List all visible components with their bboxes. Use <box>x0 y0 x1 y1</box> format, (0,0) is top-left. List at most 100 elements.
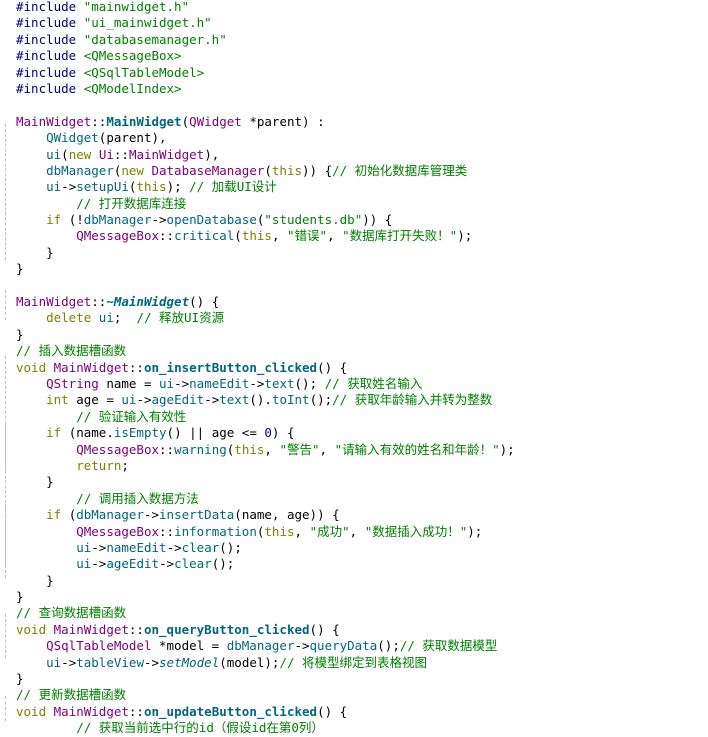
code-line[interactable]: // 打开数据库连接 <box>16 196 704 212</box>
code-token: :: <box>159 523 175 539</box>
code-line[interactable]: } <box>16 671 704 687</box>
code-line[interactable]: if (dbManager->insertData(name, age)) { <box>16 507 704 523</box>
code-token: MainWidget <box>16 294 92 310</box>
code-line[interactable]: #include "ui_mainwidget.h" <box>16 15 704 31</box>
code-token: ) { <box>271 425 295 441</box>
code-token: -> <box>61 179 77 195</box>
code-line[interactable]: MainWidget::~MainWidget() { <box>16 294 704 310</box>
code-token: clear <box>174 556 212 572</box>
code-line[interactable]: } <box>16 573 704 589</box>
code-line[interactable]: void MainWidget::on_updateButton_clicked… <box>16 704 704 720</box>
code-line[interactable]: #include <QSqlTableModel> <box>16 65 704 81</box>
code-line[interactable]: // 插入数据槽函数 <box>16 343 704 359</box>
code-token: "数据库打开失败！" <box>342 228 458 244</box>
code-token: information <box>174 523 257 539</box>
code-line[interactable]: delete ui; // 释放UI资源 <box>16 310 704 326</box>
code-token: // 获取姓名输入 <box>324 375 423 391</box>
code-line[interactable]: #include <QModelIndex> <box>16 81 704 97</box>
code-line[interactable] <box>16 278 704 294</box>
code-line[interactable]: ui(new Ui::MainWidget), <box>16 147 704 163</box>
code-line[interactable]: QMessageBox::critical(this, "错误", "数据库打开… <box>16 228 704 244</box>
code-line[interactable]: QSqlTableModel *model = dbManager->query… <box>16 638 704 654</box>
code-token: *model = <box>151 638 227 654</box>
code-token: (name. <box>61 425 114 441</box>
code-line[interactable]: ui->ageEdit->clear(); <box>16 556 704 572</box>
code-token: int <box>46 392 69 408</box>
code-line[interactable]: #include "mainwidget.h" <box>16 0 704 15</box>
fold-region-if-insert <box>5 504 7 566</box>
code-line[interactable]: void MainWidget::on_insertButton_clicked… <box>16 360 704 376</box>
code-line[interactable]: QMessageBox::information(this, "成功", "数据… <box>16 524 704 540</box>
code-line[interactable]: // 验证输入有效性 <box>16 409 704 425</box>
code-token: ( <box>181 113 190 129</box>
code-token: dbManager <box>76 507 144 523</box>
code-token: } <box>16 474 54 490</box>
code-line[interactable]: } <box>16 245 704 261</box>
code-token: "databasemanager.h" <box>83 31 227 47</box>
code-editor[interactable]: #include "mainwidget.h" #include "ui_main… <box>0 0 708 735</box>
code-line[interactable]: void MainWidget::on_queryButton_clicked(… <box>16 622 704 638</box>
code-line[interactable]: } <box>16 474 704 490</box>
code-token: #include <box>16 64 84 80</box>
fold-region-destructor <box>5 290 7 320</box>
code-line[interactable]: } <box>16 261 704 277</box>
code-line[interactable]: ui->setupUi(this); // 加载UI设计 <box>16 179 704 195</box>
code-token: text <box>264 375 295 391</box>
code-line[interactable]: dbManager(new DatabaseManager(this)) {//… <box>16 163 704 179</box>
code-line[interactable]: #include <QMessageBox> <box>16 48 704 64</box>
code-lines[interactable]: #include "mainwidget.h" #include "ui_main… <box>16 0 704 737</box>
code-token: openDatabase <box>166 212 257 228</box>
code-line[interactable]: MainWidget::MainWidget(QWidget *parent) … <box>16 114 704 130</box>
code-line[interactable]: QString name = ui->nameEdit->text(); // … <box>16 376 704 392</box>
code-line[interactable]: } <box>16 327 704 343</box>
code-line[interactable]: if (name.isEmpty() || age <= 0) { <box>16 425 704 441</box>
code-token: -> <box>204 392 220 408</box>
code-token: void <box>16 703 47 719</box>
code-token: QWidget <box>46 130 99 146</box>
code-token: #include <box>16 31 84 47</box>
code-line[interactable]: QMessageBox::warning(this, "警告", "请输入有效的… <box>16 442 704 458</box>
code-token: age = <box>68 392 122 408</box>
code-token: if <box>46 425 62 441</box>
code-line[interactable]: // 获取当前选中行的id（假设id在第0列） <box>16 720 704 736</box>
code-token: )) { <box>362 212 393 228</box>
code-token: #include <box>16 0 84 14</box>
code-line[interactable]: ui->tableView->setModel(model);// 将模型绑定到… <box>16 655 704 671</box>
code-line[interactable]: ui->nameEdit->clear(); <box>16 540 704 556</box>
code-line[interactable]: } <box>16 589 704 605</box>
code-token: } <box>16 572 54 588</box>
code-token: // 调用插入数据方法 <box>76 490 199 506</box>
code-token: name = <box>98 375 160 391</box>
code-token: ui <box>46 654 62 670</box>
code-token: warning <box>174 441 227 457</box>
code-line[interactable]: #include "databasemanager.h" <box>16 32 704 48</box>
code-line[interactable]: return; <box>16 458 704 474</box>
code-line[interactable]: // 更新数据槽函数 <box>16 687 704 703</box>
code-token: void <box>16 621 47 637</box>
code-line[interactable]: // 调用插入数据方法 <box>16 491 704 507</box>
code-token: ; <box>121 457 129 473</box>
code-line[interactable] <box>16 97 704 113</box>
code-line[interactable]: QWidget(parent), <box>16 130 704 146</box>
code-token: ui <box>121 392 137 408</box>
code-line[interactable]: // 查询数据槽函数 <box>16 605 704 621</box>
code-line[interactable]: int age = ui->ageEdit->text().toInt();//… <box>16 392 704 408</box>
code-token: MainWidget <box>53 621 129 637</box>
fold-gutter[interactable] <box>0 0 12 721</box>
code-token: ); <box>467 523 483 539</box>
code-line[interactable]: if (!dbManager->openDatabase("students.d… <box>16 212 704 228</box>
code-token: , <box>271 228 287 244</box>
code-token: QMessageBox <box>76 228 160 244</box>
code-token: "mainwidget.h" <box>83 0 190 14</box>
code-token: // 将模型绑定到表格视图 <box>279 654 428 670</box>
